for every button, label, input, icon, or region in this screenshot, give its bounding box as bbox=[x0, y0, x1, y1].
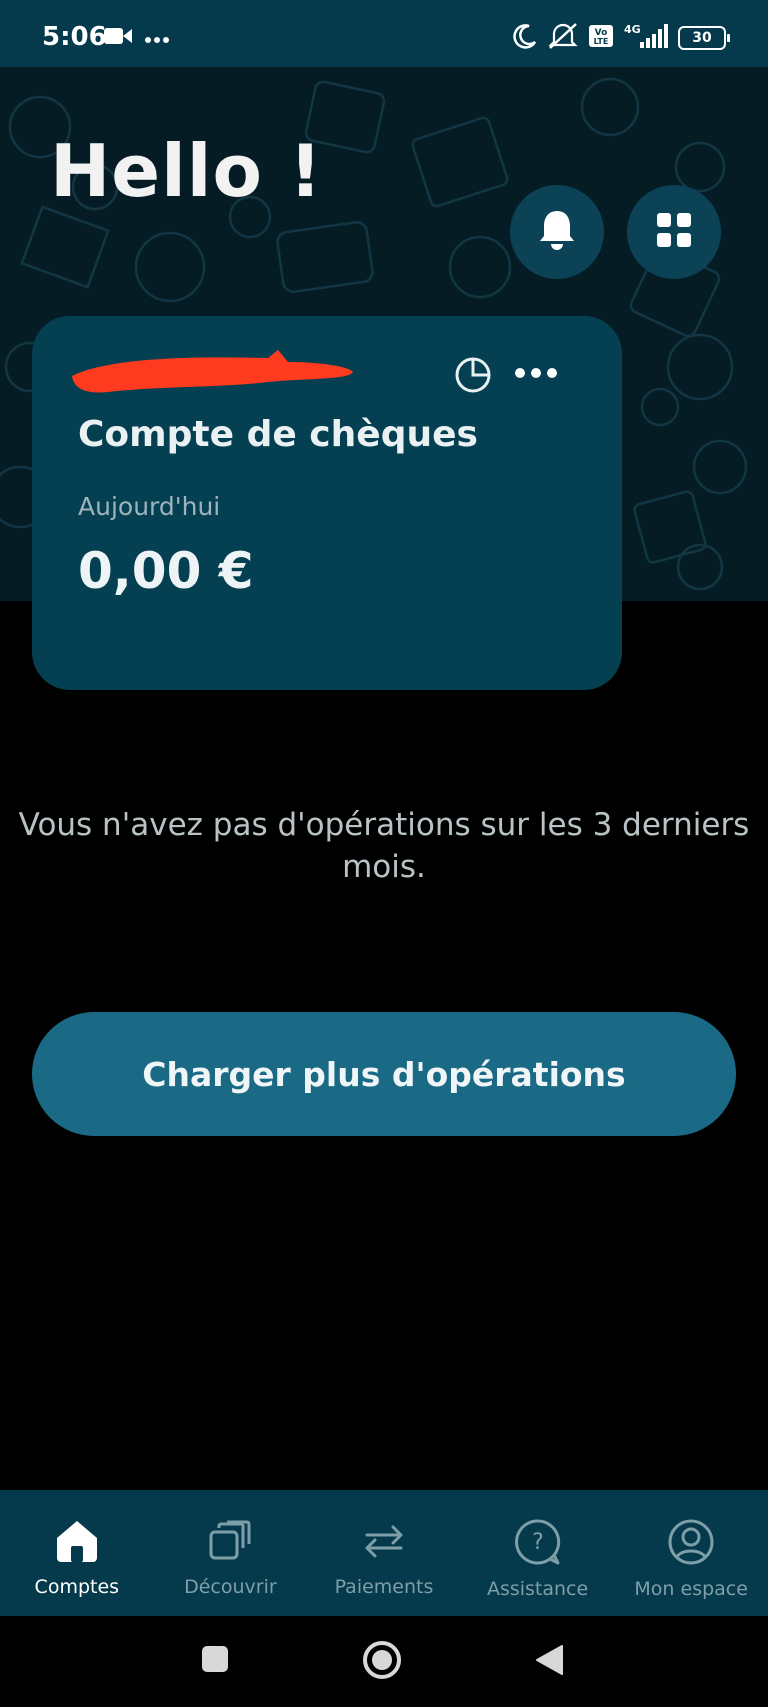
nav-item-paiements[interactable]: Paiements bbox=[307, 1490, 461, 1616]
notifications-button[interactable] bbox=[510, 185, 604, 279]
stacked-cards-icon bbox=[207, 1518, 253, 1568]
account-name: Compte de chèques bbox=[78, 414, 478, 455]
pie-chart-icon[interactable] bbox=[454, 356, 492, 398]
status-left-icons bbox=[104, 26, 170, 50]
bottom-navigation: Comptes Découvrir Paiements ? Assistance… bbox=[0, 1490, 768, 1616]
home-system-button[interactable] bbox=[362, 1640, 402, 1684]
nav-label-assistance: Assistance bbox=[486, 1578, 589, 1600]
profile-icon bbox=[667, 1518, 715, 1570]
balance-date-label: Aujourd'hui bbox=[78, 492, 221, 521]
system-navigation-bar bbox=[0, 1616, 768, 1707]
status-time: 5:06 bbox=[42, 22, 107, 52]
nav-item-comptes[interactable]: Comptes bbox=[0, 1490, 154, 1616]
svg-text:?: ? bbox=[532, 1530, 544, 1555]
video-camera-icon bbox=[104, 26, 132, 50]
empty-operations-message: Vous n'avez pas d'opérations sur les 3 d… bbox=[18, 807, 750, 885]
volte-icon: Vo LTE bbox=[588, 24, 614, 52]
nav-item-assistance[interactable]: ? Assistance bbox=[461, 1490, 615, 1616]
more-dots-icon bbox=[144, 29, 170, 48]
nav-item-decouvrir[interactable]: Découvrir bbox=[154, 1490, 308, 1616]
nav-label-decouvrir: Découvrir bbox=[184, 1576, 277, 1598]
apps-grid-button[interactable] bbox=[627, 185, 721, 279]
home-icon bbox=[53, 1518, 101, 1568]
account-balance: 0,00 € bbox=[78, 542, 254, 600]
nav-label-paiements: Paiements bbox=[334, 1576, 434, 1598]
svg-text:LTE: LTE bbox=[594, 37, 609, 46]
more-options-icon[interactable] bbox=[514, 364, 558, 383]
transfer-arrows-icon bbox=[359, 1518, 409, 1568]
bell-icon bbox=[537, 208, 577, 256]
mute-icon bbox=[548, 22, 578, 54]
status-bar: 5:06 Vo LTE 4G 30 bbox=[0, 0, 768, 67]
grid-icon bbox=[655, 211, 693, 253]
redacted-account-owner bbox=[68, 348, 358, 402]
svg-text:4G: 4G bbox=[624, 23, 641, 36]
back-button[interactable] bbox=[534, 1644, 564, 1680]
nav-label-comptes: Comptes bbox=[34, 1576, 120, 1598]
battery-indicator: 30 bbox=[678, 26, 730, 50]
account-card[interactable]: Compte de chèques Aujourd'hui 0,00 € bbox=[32, 316, 622, 690]
help-bubble-icon: ? bbox=[514, 1518, 562, 1570]
load-more-operations-button[interactable]: Charger plus d'opérations bbox=[32, 1012, 736, 1136]
greeting-title: Hello ! bbox=[50, 129, 323, 213]
signal-4g-icon: 4G bbox=[624, 22, 668, 54]
nav-item-mon-espace[interactable]: Mon espace bbox=[614, 1490, 768, 1616]
status-right-icons: Vo LTE 4G 30 bbox=[512, 22, 730, 54]
recent-apps-button[interactable] bbox=[200, 1644, 230, 1678]
moon-icon bbox=[512, 23, 538, 53]
nav-label-mon-espace: Mon espace bbox=[634, 1578, 748, 1600]
